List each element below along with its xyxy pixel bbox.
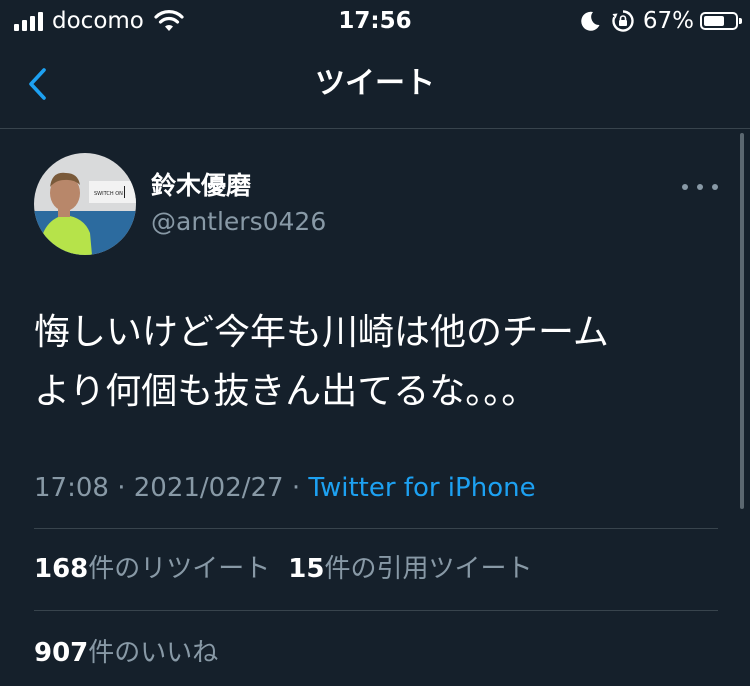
user-handle[interactable]: @antlers0426 (151, 207, 326, 237)
rotation-lock-icon (612, 10, 634, 32)
quotes-label: 件の引用ツイート (324, 554, 533, 584)
likes-label: 件のいいね (88, 638, 219, 668)
divider (34, 528, 718, 529)
meta-separator: · (117, 473, 126, 503)
navigation-bar: ツイート (0, 42, 750, 129)
likes-count: 907 (34, 638, 89, 668)
meta-separator: · (291, 473, 301, 503)
likes-stats-row: 907件のいいね (34, 637, 236, 669)
tweet-text-line: より何個も抜きん出てるな。。。 (34, 371, 538, 412)
scrollbar[interactable] (740, 133, 744, 509)
likes-link[interactable]: 907件のいいね (34, 638, 218, 668)
battery-percent: 67% (642, 8, 694, 34)
tweet-text: 悔しいけど今年も川崎は他のチーム より何個も抜きん出てるな。。。 (34, 303, 724, 421)
svg-text:SWITCH ON: SWITCH ON (94, 191, 123, 197)
tweet-meta: 17:08 · 2021/02/27 · Twitter for iPhone (34, 472, 536, 504)
source-link[interactable]: Twitter for iPhone (308, 473, 535, 503)
retweets-link[interactable]: 168件のリツイート (34, 554, 270, 584)
status-bar: docomo 17:56 67% (0, 0, 750, 42)
avatar-photo: SWITCH ON (34, 153, 136, 255)
tweet-time: 17:08 (34, 473, 109, 503)
page-title: ツイート (315, 66, 435, 101)
battery-icon (700, 12, 742, 30)
tweet-date: 2021/02/27 (133, 473, 284, 503)
retweets-count: 168 (34, 554, 89, 584)
tweet-text-line: 悔しいけど今年も川崎は他のチーム (34, 312, 609, 353)
battery-level (704, 16, 725, 26)
avatar[interactable]: SWITCH ON (34, 153, 136, 255)
moon-icon (581, 11, 600, 31)
quotes-count: 15 (288, 554, 325, 584)
retweet-stats-row: 168件のリツイート 15件の引用ツイート (34, 553, 551, 585)
retweets-label: 件のリツイート (88, 554, 271, 584)
display-name[interactable]: 鈴木優磨 (151, 171, 251, 201)
more-horizontal-icon[interactable] (682, 181, 718, 193)
divider (34, 610, 718, 611)
status-right: 67% (579, 8, 742, 34)
quote-tweets-link[interactable]: 15件の引用ツイート (288, 554, 532, 584)
